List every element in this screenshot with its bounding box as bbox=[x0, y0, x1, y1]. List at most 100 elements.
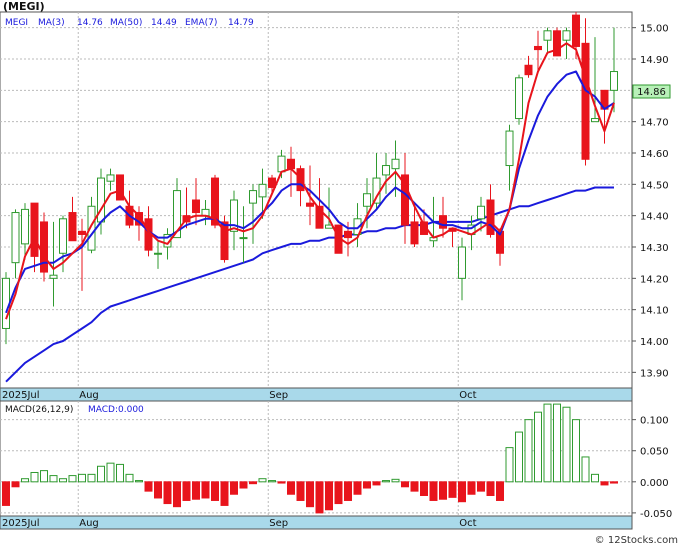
macd-bar bbox=[21, 478, 29, 483]
macd-bar bbox=[334, 481, 343, 505]
macd-bar bbox=[135, 480, 143, 483]
macd-y-tick-label: 0.000 bbox=[640, 478, 669, 489]
macd-bar bbox=[429, 481, 438, 501]
candle-body bbox=[258, 183, 267, 198]
candle-body bbox=[372, 177, 381, 204]
macd-bar bbox=[610, 481, 618, 484]
macd-bar bbox=[439, 481, 447, 500]
price-y-tick-label: 14.30 bbox=[640, 243, 669, 254]
macd-bar bbox=[163, 481, 172, 505]
macd-bar bbox=[401, 481, 409, 488]
candle-body bbox=[505, 130, 514, 167]
macd-bar bbox=[2, 481, 10, 506]
price-y-tick-label: 14.90 bbox=[640, 55, 669, 66]
last-price-value: 14.86 bbox=[637, 87, 666, 98]
macd-bar bbox=[420, 481, 428, 496]
macd-bar bbox=[458, 481, 466, 503]
candle-body bbox=[391, 158, 400, 170]
top-date-label: 2025Jul bbox=[2, 390, 40, 401]
macd-bar bbox=[182, 481, 191, 501]
candle-body bbox=[515, 77, 523, 120]
candle-body bbox=[524, 64, 533, 76]
macd-bar bbox=[106, 462, 115, 483]
legend: MEGI MA(3) 14.76 MA(50) 14.49 EMA(7) 14.… bbox=[5, 18, 254, 28]
macd-bar bbox=[230, 481, 238, 495]
macd-bar bbox=[391, 478, 400, 483]
candle-body bbox=[562, 30, 571, 41]
legend-ma3-label: MA(3) bbox=[38, 18, 65, 28]
legend-ma50-label: MA(50) bbox=[110, 18, 142, 28]
macd-bar bbox=[144, 481, 153, 492]
price-y-tick-label: 14.10 bbox=[640, 306, 669, 317]
macd-bar bbox=[154, 481, 162, 499]
legend-ma50-value: 14.49 bbox=[151, 18, 177, 28]
candle-body bbox=[78, 230, 86, 235]
macd-bar bbox=[325, 481, 333, 511]
macd-bar bbox=[410, 481, 419, 492]
macd-bar bbox=[372, 481, 381, 486]
candle-body bbox=[106, 174, 115, 182]
macd-bar bbox=[78, 473, 86, 483]
macd-bar bbox=[581, 456, 590, 483]
macd-bar bbox=[97, 465, 105, 483]
candle-body bbox=[68, 212, 77, 242]
price-y-tick-label: 14.00 bbox=[640, 337, 669, 348]
macd-bar bbox=[277, 481, 286, 484]
price-y-tick-label: 15.00 bbox=[640, 24, 669, 35]
price-y-tick-label: 14.70 bbox=[640, 118, 669, 129]
candle-body bbox=[591, 118, 599, 123]
macd-y-tick-label: 0.100 bbox=[640, 416, 669, 427]
top-date-label: Oct bbox=[459, 390, 476, 401]
macd-bar bbox=[524, 419, 533, 483]
macd-bar bbox=[116, 463, 124, 483]
legend-ma3-value: 14.76 bbox=[77, 18, 103, 28]
macd-bar bbox=[363, 481, 371, 489]
macd-bar bbox=[192, 481, 200, 500]
price-y-tick-label: 14.50 bbox=[640, 180, 669, 191]
macd-bar bbox=[59, 478, 67, 483]
macd-bar bbox=[173, 481, 181, 508]
candle-body bbox=[382, 165, 390, 176]
macd-bar bbox=[315, 481, 324, 514]
macd-bar bbox=[505, 447, 514, 483]
candle-body bbox=[11, 212, 20, 264]
candle-body bbox=[572, 14, 580, 47]
macd-bar bbox=[553, 403, 561, 483]
macd-y-tick-label: -0.050 bbox=[640, 509, 672, 520]
macd-bar bbox=[68, 475, 77, 483]
candle-body bbox=[30, 202, 39, 257]
candle-body bbox=[344, 230, 352, 239]
candle-body bbox=[486, 199, 495, 235]
legend-symbol: MEGI bbox=[5, 18, 28, 28]
bottom-date-label: Oct bbox=[459, 518, 476, 529]
macd-bar bbox=[382, 480, 390, 483]
macd-bar bbox=[353, 481, 362, 495]
macd-bar bbox=[201, 481, 210, 499]
watermark: © 12Stocks.com bbox=[595, 535, 678, 546]
macd-bar bbox=[239, 481, 248, 489]
macd-bar bbox=[486, 481, 495, 496]
bottom-date-label: Sep bbox=[269, 518, 288, 529]
candle-body bbox=[192, 199, 200, 214]
candle-body bbox=[458, 246, 466, 279]
macd-bar bbox=[49, 475, 58, 483]
macd-bar bbox=[125, 473, 134, 483]
macd-bar bbox=[211, 481, 219, 501]
candle-body bbox=[534, 45, 542, 51]
macd-bar bbox=[448, 481, 457, 498]
price-panel-frame bbox=[0, 11, 633, 389]
macd-label: MACD(26,12,9) bbox=[5, 405, 73, 415]
candle-body bbox=[21, 208, 29, 245]
macd-bar bbox=[572, 419, 580, 483]
candle-body bbox=[249, 190, 257, 204]
candle bbox=[515, 74, 523, 125]
macd-bar bbox=[220, 481, 229, 506]
candle-body bbox=[363, 193, 371, 207]
macd-bar bbox=[40, 470, 48, 483]
candle-body bbox=[306, 202, 314, 207]
top-date-label: Sep bbox=[269, 390, 288, 401]
macd-bar bbox=[344, 481, 352, 501]
chart-root: 15.0014.9014.8014.7014.6014.5014.4014.30… bbox=[0, 0, 680, 546]
candle bbox=[553, 27, 561, 57]
price-y-tick-label: 14.40 bbox=[640, 212, 669, 223]
